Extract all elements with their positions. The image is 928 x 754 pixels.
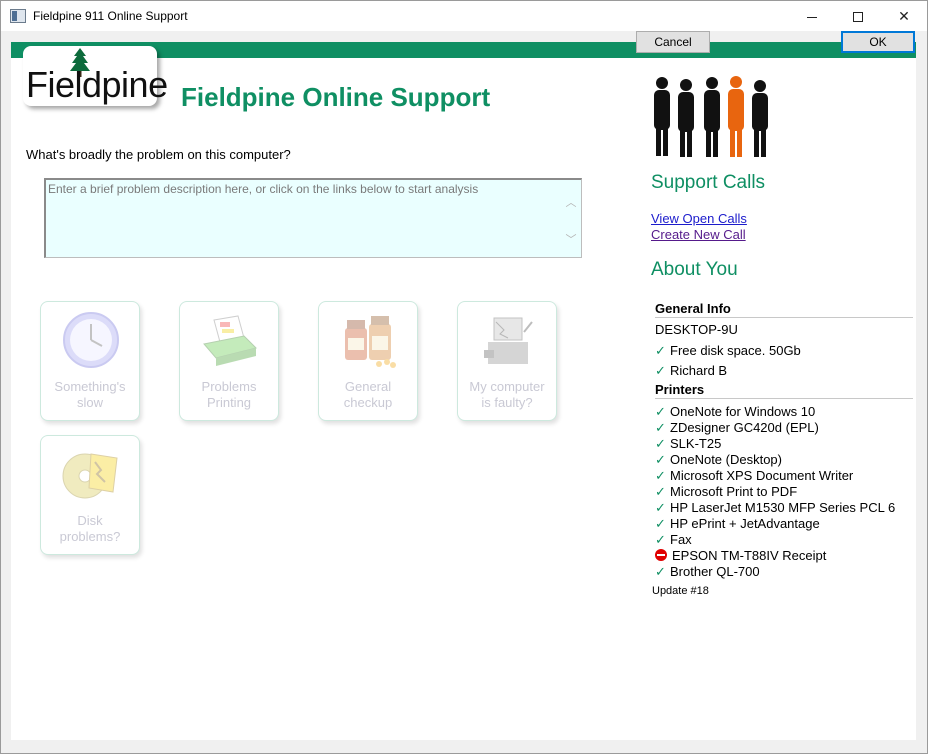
tile-computer-faulty[interactable]: My computer is faulty? [457,301,557,421]
printer-item: ✓ ZDesigner GC420d (EPL) [655,420,819,436]
printer-name: EPSON TM-T88IV Receipt [672,548,827,563]
printer-name: Fax [670,532,692,547]
minimize-icon [807,16,817,18]
printer-item: ✓ SLK-T25 [655,436,721,452]
view-open-calls-link[interactable]: View Open Calls [651,211,747,226]
printers-heading: Printers [655,382,913,399]
printer-item: ✓ Fax [655,532,692,548]
printer-name: Brother QL-700 [670,564,760,579]
printer-item: ✓ Brother QL-700 [655,564,760,580]
tile-disk-problems[interactable]: Disk problems? [40,435,140,555]
check-icon: ✓ [655,484,666,499]
support-calls-heading: Support Calls [651,172,766,193]
tile-general-checkup[interactable]: General checkup [318,301,418,421]
close-button[interactable]: ✕ [881,1,927,31]
tile-label: General checkup [343,379,393,410]
printer-name: Microsoft Print to PDF [670,484,798,499]
printer-item: ✓ HP LaserJet M1530 MFP Series PCL 6 [655,500,895,516]
printer-item: ✓ HP ePrint + JetAdvantage [655,516,820,532]
logo-text: Fieldpine [26,64,168,105]
printer-name: ZDesigner GC420d (EPL) [670,420,819,435]
broken-computer-icon [484,317,533,364]
check-icon: ✓ [655,436,666,451]
tile-label: Problems Printing [201,379,257,410]
page-title: Fieldpine Online Support [181,82,491,112]
scroll-down-icon[interactable]: ﹀ [564,231,578,246]
window-title: Fieldpine 911 Online Support [33,9,188,23]
people-silhouette-icon [654,76,768,157]
maximize-button[interactable] [835,1,881,31]
check-icon: ✓ [655,420,666,435]
check-icon: ✓ [655,500,666,515]
app-icon [10,9,26,23]
maximize-icon [853,12,863,23]
problem-question-label: What's broadly the problem on this compu… [26,147,291,162]
printer-item: ✓ OneNote (Desktop) [655,452,782,468]
printer-name: OneNote (Desktop) [670,452,782,467]
disk-icon [62,453,118,499]
printer-name: SLK-T25 [670,436,722,451]
printer-item: ✓ Microsoft Print to PDF [655,484,797,500]
printer-name: OneNote for Windows 10 [670,404,816,419]
check-icon: ✓ [655,363,666,378]
about-you-heading: About You [651,259,738,280]
printer-icon [203,315,257,366]
check-icon: ✓ [655,532,666,547]
create-new-call-link[interactable]: Create New Call [651,227,746,242]
close-icon: ✕ [898,8,910,24]
tile-problems-printing[interactable]: Problems Printing [179,301,279,421]
cancel-button[interactable]: Cancel [636,31,710,53]
check-icon: ✓ [655,404,666,419]
printer-item: ✓ OneNote for Windows 10 [655,404,815,420]
tile-something-slow[interactable]: Something's slow [40,301,140,421]
printer-name: Microsoft XPS Document Writer [670,468,854,483]
scroll-up-icon[interactable]: ︿ [564,194,578,209]
user-info: ✓ Richard B [655,363,728,378]
minimize-button[interactable] [789,1,835,31]
tile-label: My computer is faulty? [469,379,545,410]
printer-name: HP LaserJet M1530 MFP Series PCL 6 [670,500,896,515]
check-icon: ✓ [655,564,666,579]
clock-icon [63,312,119,368]
tile-label: Disk problems? [59,513,121,544]
general-info-heading: General Info [655,301,913,318]
tile-label: Something's slow [54,379,126,410]
fieldpine-logo: Fieldpine [23,46,168,106]
check-icon: ✓ [655,452,666,467]
printer-item: ✓ Microsoft XPS Document Writer [655,468,853,484]
check-icon: ✓ [655,343,666,358]
update-label: Update #18 [652,585,709,597]
vitamins-icon [345,316,396,368]
disk-space-info: ✓ Free disk space. 50Gb [655,343,801,358]
problem-description-input[interactable]: Enter a brief problem description here, … [44,178,582,258]
printer-name: HP ePrint + JetAdvantage [670,516,820,531]
title-bar[interactable]: Fieldpine 911 Online Support ✕ [1,1,927,31]
check-icon: ✓ [655,468,666,483]
printer-item: EPSON TM-T88IV Receipt [655,548,826,563]
computer-name: DESKTOP-9U [655,322,738,337]
ok-button[interactable]: OK [841,31,915,53]
error-icon [655,549,667,561]
problem-input-placeholder: Enter a brief problem description here, … [48,182,479,196]
check-icon: ✓ [655,516,666,531]
